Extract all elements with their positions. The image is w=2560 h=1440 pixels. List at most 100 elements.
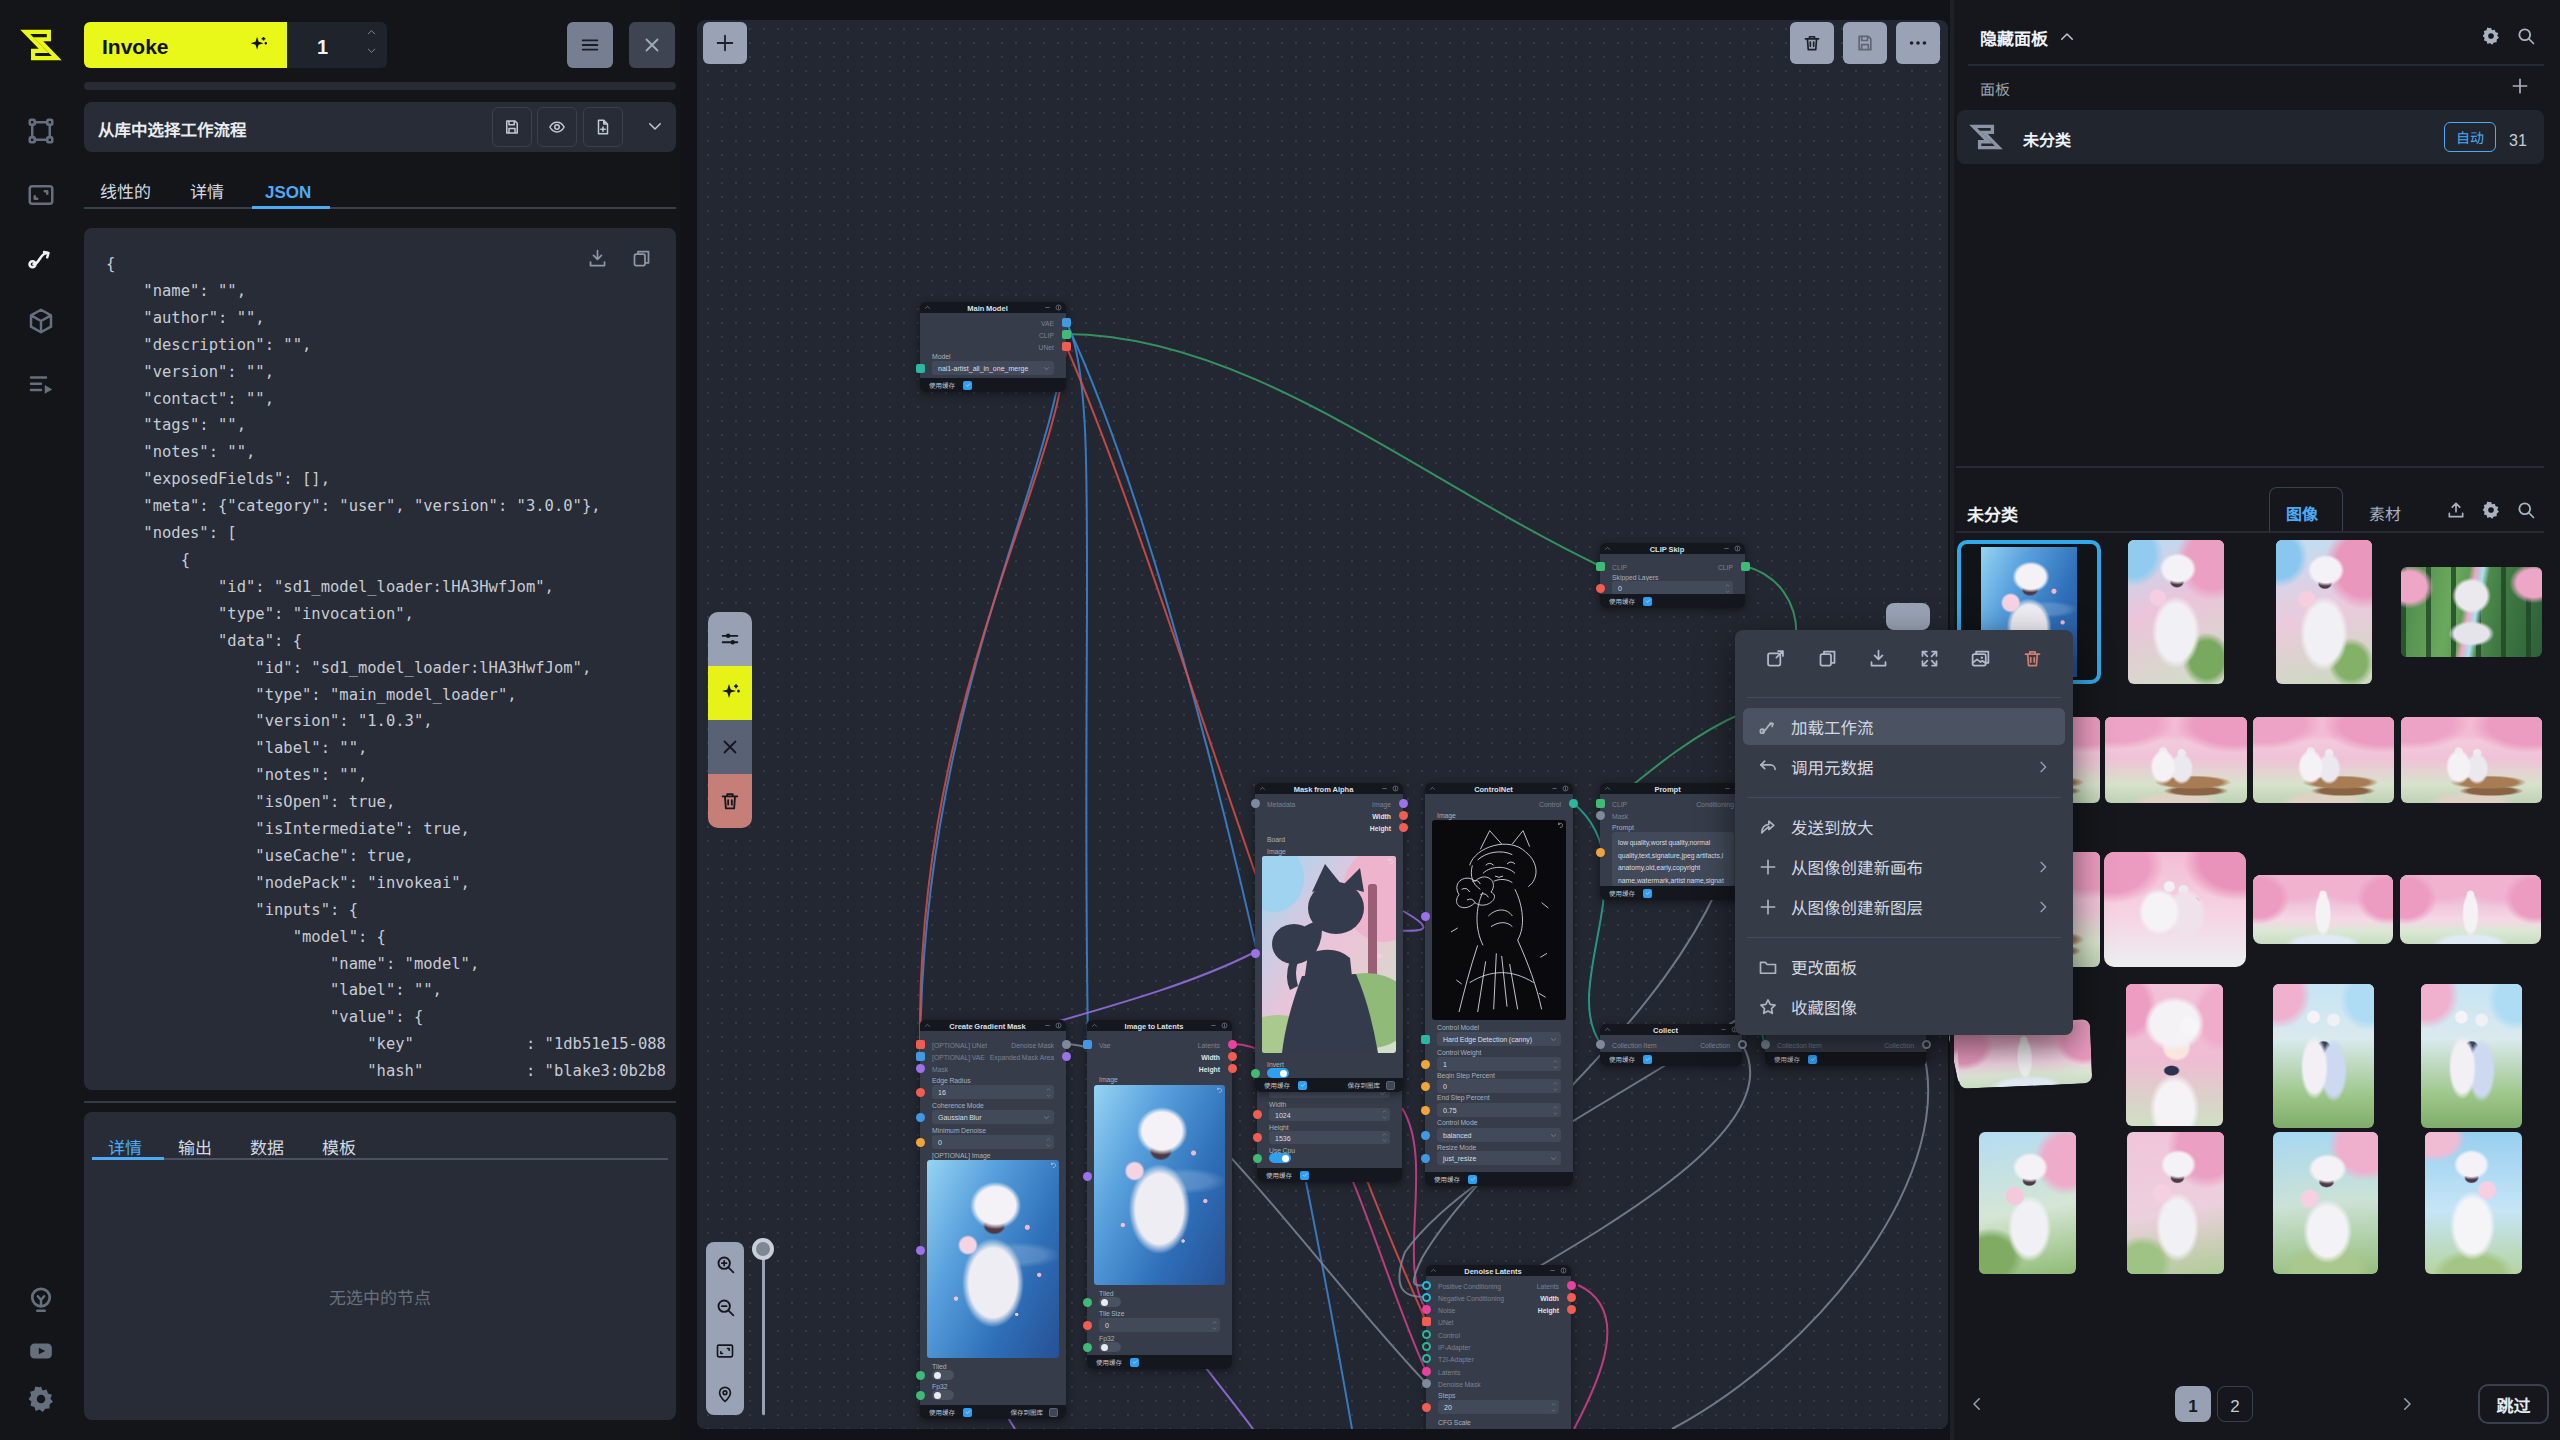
handle-bool[interactable]: [916, 1391, 925, 1400]
handle-int[interactable]: [916, 1088, 925, 1097]
zoom-in-button[interactable]: [706, 1244, 744, 1284]
handle-int[interactable]: [1567, 1293, 1576, 1302]
chevron-down-icon[interactable]: [646, 117, 664, 135]
tab-detail[interactable]: 详情: [108, 1134, 142, 1159]
collapse-panel-icon[interactable]: [2058, 28, 2076, 46]
reset-image-icon[interactable]: [1216, 1087, 1223, 1094]
rail-videos-button[interactable]: [25, 1335, 57, 1367]
handle-cond[interactable]: [1422, 1281, 1431, 1290]
handle-meta[interactable]: [1251, 799, 1260, 808]
select-input[interactable]: just_resize: [1437, 1151, 1561, 1165]
node-header[interactable]: Mask from Alpha: [1255, 783, 1403, 794]
handle-int[interactable]: [1253, 1133, 1262, 1142]
handle-unet[interactable]: [1062, 342, 1071, 351]
zoom-slider-track[interactable]: [762, 1246, 765, 1415]
delete-workflow-button[interactable]: [1790, 22, 1834, 64]
gallery-next-icon[interactable]: [2398, 1395, 2416, 1413]
collapse-icon[interactable]: [1091, 1022, 1098, 1029]
collapse-icon[interactable]: [1604, 545, 1611, 552]
number-input[interactable]: 1: [1437, 1057, 1561, 1071]
workflow-new-button[interactable]: [583, 107, 623, 147]
workflow-view-button[interactable]: [537, 107, 577, 147]
zoom-fit-button[interactable]: [706, 1331, 744, 1371]
handle-coll[interactable]: [1596, 1040, 1605, 1049]
rail-models-tab[interactable]: [25, 305, 57, 337]
queue-count-stepper[interactable]: 1: [287, 22, 387, 68]
hide-panel-label[interactable]: 隐藏面板: [1980, 25, 2048, 50]
handle-image[interactable]: [1083, 1172, 1092, 1181]
save-to-gallery-checkbox[interactable]: [1049, 1408, 1058, 1417]
gallery-prev-icon[interactable]: [1968, 1395, 1986, 1413]
handle-vae[interactable]: [916, 1052, 925, 1061]
handle-vae[interactable]: [1062, 318, 1071, 327]
node-prompt[interactable]: PromptCLIPConditioningMaskPromptlow qual…: [1600, 783, 1746, 900]
use-cache-checkbox[interactable]: [963, 381, 972, 390]
node-header[interactable]: Denoise Latents: [1426, 1265, 1571, 1276]
ctx-expand-icon[interactable]: [1919, 648, 1940, 669]
toggle-off[interactable]: [932, 1370, 954, 1380]
handle-int[interactable]: [1399, 823, 1408, 832]
gallery-image[interactable]: [2253, 875, 2393, 944]
toggle-on[interactable]: [1269, 1153, 1291, 1163]
handle-mask[interactable]: [1596, 811, 1605, 820]
gallery-image[interactable]: [2400, 875, 2541, 944]
prompt-textarea[interactable]: low quality,worst quality,normal quality…: [1612, 832, 1734, 886]
gallery-image[interactable]: [2401, 567, 2542, 657]
cancel-node-button[interactable]: [708, 720, 752, 774]
select-input[interactable]: Gaussian Blur: [932, 1110, 1054, 1124]
ctx-item-star[interactable]: 收藏图像: [1743, 988, 2065, 1025]
stepper-icons[interactable]: [1725, 581, 1730, 595]
stepper-icons[interactable]: [1046, 1135, 1051, 1149]
handle-bool[interactable]: [1083, 1343, 1092, 1352]
delete-node-button[interactable]: [708, 774, 752, 828]
rail-settings-button[interactable]: [25, 1383, 57, 1415]
reset-image-icon[interactable]: [1557, 822, 1564, 829]
invoke-node-button[interactable]: [708, 666, 752, 720]
workflow-save-button[interactable]: [492, 107, 532, 147]
number-input[interactable]: 0.75: [1437, 1103, 1561, 1117]
handle-bool[interactable]: [1253, 1154, 1262, 1163]
skip-button[interactable]: 跳过: [2478, 1384, 2549, 1424]
gallery-settings-icon[interactable]: [2481, 500, 2501, 520]
gallery-upload-icon[interactable]: [2446, 500, 2466, 520]
count-down-icon[interactable]: [366, 45, 377, 56]
ctx-item-undo[interactable]: 调用元数据: [1743, 748, 2065, 785]
gallery-image[interactable]: [2425, 1132, 2522, 1274]
stepper-icons[interactable]: [1212, 1318, 1217, 1332]
gallery-image[interactable]: [2104, 852, 2246, 967]
handle-int[interactable]: [1228, 1064, 1237, 1073]
number-input[interactable]: 1536: [1269, 1131, 1390, 1144]
handle-float[interactable]: [1421, 1082, 1430, 1091]
panel-resize-handle[interactable]: [84, 1101, 676, 1103]
gallery-page-2[interactable]: 2: [2217, 1386, 2253, 1422]
handle-vae[interactable]: [1083, 1040, 1092, 1049]
handle-string[interactable]: [1596, 848, 1605, 857]
toggle-off[interactable]: [1099, 1342, 1121, 1352]
gallery-page-1[interactable]: 1: [2175, 1386, 2211, 1422]
zoom-out-button[interactable]: [706, 1287, 744, 1327]
handle-latents[interactable]: [1422, 1367, 1431, 1376]
use-cache-checkbox[interactable]: [1130, 1358, 1139, 1367]
ctx-trash-icon[interactable]: [2022, 648, 2043, 669]
node-header[interactable]: Prompt: [1600, 783, 1746, 794]
tab-gallery-assets[interactable]: 素材: [2369, 501, 2401, 525]
add-board-icon[interactable]: [2510, 76, 2530, 96]
number-input[interactable]: 0: [1612, 581, 1733, 595]
ctx-item-share[interactable]: 发送到放大: [1743, 808, 2065, 845]
workflow-json-code[interactable]: { "name": "", "author": "", "description…: [106, 251, 666, 1085]
handle-enum[interactable]: [1421, 1131, 1430, 1140]
stepper-icons[interactable]: [1553, 1079, 1558, 1093]
locate-button[interactable]: [706, 1374, 744, 1414]
node-image-to-latents[interactable]: Image to LatentsVaeLatentsWidthHeightIma…: [1087, 1020, 1232, 1369]
handle-latents[interactable]: [1422, 1305, 1431, 1314]
select-input[interactable]: nai1-artist_all_in_one_merge: [932, 361, 1054, 375]
boards-search-icon[interactable]: [2516, 26, 2536, 46]
collapse-icon[interactable]: [924, 304, 931, 311]
handle-control[interactable]: [1422, 1342, 1431, 1351]
number-input[interactable]: 1024: [1269, 1108, 1390, 1121]
use-cache-checkbox[interactable]: [1298, 1081, 1307, 1090]
collapse-icon[interactable]: [1430, 1267, 1437, 1274]
handle-int[interactable]: [1399, 811, 1408, 820]
use-cache-checkbox[interactable]: [963, 1408, 972, 1417]
node-denoise-latents[interactable]: Denoise LatentsPositive ConditioningLate…: [1426, 1265, 1571, 1429]
